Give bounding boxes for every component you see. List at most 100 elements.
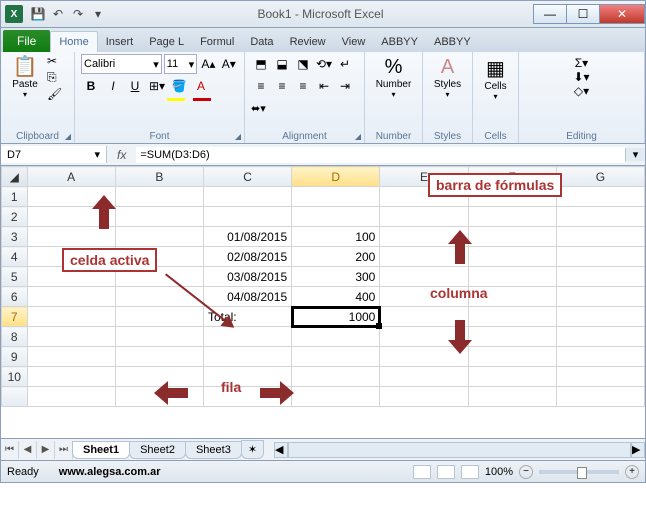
font-dialog-launcher[interactable]: ◢ (235, 132, 241, 141)
align-left-icon[interactable]: ≡ (251, 76, 271, 96)
border-button[interactable]: ⊞▾ (147, 76, 167, 96)
grow-font-icon[interactable]: A▴ (199, 54, 217, 74)
cell-C3[interactable]: 01/08/2015 (203, 227, 291, 247)
view-page-layout-icon[interactable] (437, 465, 455, 479)
row-header-3[interactable]: 3 (2, 227, 28, 247)
redo-icon[interactable]: ↷ (69, 5, 87, 23)
select-all-corner[interactable]: ◢ (2, 167, 28, 187)
autosum-icon[interactable]: Σ▾ (575, 56, 588, 70)
tab-insert[interactable]: Insert (98, 32, 142, 52)
clipboard-dialog-launcher[interactable]: ◢ (65, 132, 71, 141)
save-icon[interactable]: 💾 (29, 5, 47, 23)
wrap-text-icon[interactable]: ↵ (335, 54, 355, 74)
cell-D4[interactable]: 200 (292, 247, 380, 267)
bold-button[interactable]: B (81, 76, 101, 96)
row-header-8[interactable]: 8 (2, 327, 28, 347)
close-button[interactable]: ✕ (599, 4, 645, 24)
col-header-C[interactable]: C (203, 167, 291, 187)
zoom-slider[interactable] (539, 470, 619, 474)
format-painter-icon[interactable]: 🖌 (47, 87, 62, 101)
cut-icon[interactable]: ✂ (47, 54, 62, 68)
orientation-icon[interactable]: ⟲▾ (314, 54, 334, 74)
tab-view[interactable]: View (334, 32, 374, 52)
col-header-D[interactable]: D (292, 167, 380, 187)
row-header-1[interactable]: 1 (2, 187, 28, 207)
number-format-button[interactable]: % Number ▾ (376, 56, 412, 99)
cells-button[interactable]: ▦ Cells ▾ (484, 56, 506, 101)
clear-icon[interactable]: ◇▾ (574, 84, 589, 98)
arrow-right-icon (260, 383, 294, 403)
view-normal-icon[interactable] (413, 465, 431, 479)
row-header-5[interactable]: 5 (2, 267, 28, 287)
new-sheet-button[interactable]: ✶ (241, 440, 264, 459)
tab-abbyy-2[interactable]: ABBYY (426, 32, 479, 52)
tab-page-layout[interactable]: Page L (141, 32, 192, 52)
name-box[interactable]: D7 ▾ (1, 146, 107, 163)
paste-button[interactable]: 📋 Paste ▾ (7, 54, 43, 101)
maximize-button[interactable]: ☐ (566, 4, 600, 24)
col-header-B[interactable]: B (115, 167, 203, 187)
decrease-indent-icon[interactable]: ⇤ (314, 76, 334, 96)
cell-D6[interactable]: 400 (292, 287, 380, 307)
name-box-dropdown-icon[interactable]: ▾ (94, 148, 100, 161)
row-header-7[interactable]: 7 (2, 307, 28, 327)
cell-C4[interactable]: 02/08/2015 (203, 247, 291, 267)
sheet-nav-first-icon[interactable]: ⏮ (1, 441, 19, 459)
zoom-in-button[interactable]: + (625, 465, 639, 479)
tab-home[interactable]: Home (50, 31, 97, 52)
copy-icon[interactable]: ⎘ (47, 70, 62, 85)
cell-D3[interactable]: 100 (292, 227, 380, 247)
tab-data[interactable]: Data (242, 32, 281, 52)
align-center-icon[interactable]: ≡ (272, 76, 292, 96)
sheet-tab-3[interactable]: Sheet3 (185, 441, 242, 459)
font-color-button[interactable]: A (191, 76, 211, 96)
shrink-font-icon[interactable]: A▾ (220, 54, 238, 74)
font-size-select[interactable]: 11▾ (164, 54, 197, 74)
cell-C6[interactable]: 04/08/2015 (203, 287, 291, 307)
sheet-tab-1[interactable]: Sheet1 (72, 441, 130, 459)
align-right-icon[interactable]: ≡ (293, 76, 313, 96)
row-header-6[interactable]: 6 (2, 287, 28, 307)
italic-button[interactable]: I (103, 76, 123, 96)
sheet-nav-last-icon[interactable]: ⏭ (55, 441, 73, 459)
alignment-dialog-launcher[interactable]: ◢ (355, 132, 361, 141)
view-page-break-icon[interactable] (461, 465, 479, 479)
increase-indent-icon[interactable]: ⇥ (335, 76, 355, 96)
sheet-tab-2[interactable]: Sheet2 (129, 441, 186, 459)
qat-dropdown-icon[interactable]: ▾ (89, 5, 107, 23)
cell-C5[interactable]: 03/08/2015 (203, 267, 291, 287)
styles-icon: A (441, 56, 454, 79)
row-header-2[interactable]: 2 (2, 207, 28, 227)
insert-function-button[interactable]: fx (107, 148, 136, 162)
zoom-out-button[interactable]: − (519, 465, 533, 479)
sheet-nav-next-icon[interactable]: ▶ (37, 441, 55, 459)
row-header-blank[interactable] (2, 387, 28, 407)
cell-C7[interactable]: Total: (203, 307, 291, 327)
cell-D5[interactable]: 300 (292, 267, 380, 287)
minimize-button[interactable]: — (533, 4, 567, 24)
align-bottom-icon[interactable]: ⬔ (293, 54, 313, 74)
sheet-nav-prev-icon[interactable]: ◀ (19, 441, 37, 459)
font-name-select[interactable]: Calibri▾ (81, 54, 162, 74)
styles-button[interactable]: A Styles ▾ (434, 56, 461, 99)
tab-review[interactable]: Review (282, 32, 334, 52)
col-header-A[interactable]: A (27, 167, 115, 187)
col-header-G[interactable]: G (556, 167, 644, 187)
align-middle-icon[interactable]: ⬓ (272, 54, 292, 74)
merge-cells-icon[interactable]: ⬌▾ (251, 98, 266, 118)
tab-abbyy-1[interactable]: ABBYY (373, 32, 426, 52)
cell-D7-active[interactable]: 1000 (292, 307, 380, 327)
formula-input[interactable]: =SUM(D3:D6) (136, 147, 625, 163)
row-header-4[interactable]: 4 (2, 247, 28, 267)
horizontal-scrollbar[interactable]: ◀ ▶ (274, 442, 645, 458)
tab-formulas[interactable]: Formul (192, 32, 242, 52)
row-header-9[interactable]: 9 (2, 347, 28, 367)
align-top-icon[interactable]: ⬒ (251, 54, 271, 74)
fill-color-button[interactable]: 🪣 (169, 76, 189, 96)
undo-icon[interactable]: ↶ (49, 5, 67, 23)
fill-icon[interactable]: ⬇▾ (573, 70, 589, 84)
underline-button[interactable]: U (125, 76, 145, 96)
tab-file[interactable]: File (3, 30, 50, 52)
row-header-10[interactable]: 10 (2, 367, 28, 387)
expand-formula-bar-icon[interactable]: ▾ (625, 148, 645, 161)
